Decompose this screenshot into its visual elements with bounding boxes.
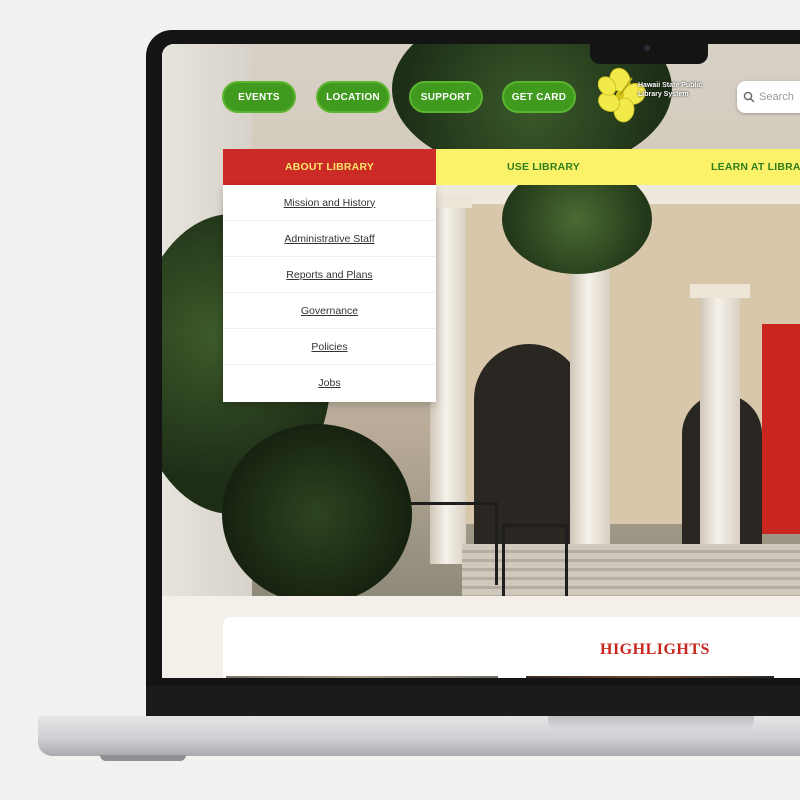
menu-item-mission-and-history[interactable]: Mission and History	[223, 185, 436, 221]
highlights-title: HIGHLIGHTS	[600, 641, 710, 658]
search-icon	[743, 91, 755, 103]
menu-item-policies[interactable]: Policies	[223, 329, 436, 365]
laptop-foot	[100, 755, 186, 761]
logo-text: Hawaii State Public Library System	[638, 82, 703, 98]
camera-icon	[644, 45, 650, 51]
about-library-dropdown: Mission and History Administrative Staff…	[223, 185, 436, 402]
menu-item-governance[interactable]: Governance	[223, 293, 436, 329]
get-card-button[interactable]: GET CARD	[502, 81, 576, 113]
laptop-opening-lip	[548, 716, 754, 730]
highlights-section	[223, 617, 800, 678]
events-button[interactable]: EVENTS	[222, 81, 296, 113]
main-menu: ABOUT LIBRARY USE LIBRARY LEARN AT LIBRA…	[223, 149, 800, 185]
search-input[interactable]	[759, 91, 800, 103]
camera-notch	[590, 38, 708, 64]
laptop-chin	[146, 686, 800, 716]
tab-about-library[interactable]: ABOUT LIBRARY	[223, 149, 436, 185]
menu-item-jobs[interactable]: Jobs	[223, 365, 436, 401]
highlight-thumbnail[interactable]	[526, 676, 774, 678]
search-box[interactable]	[737, 81, 800, 113]
tab-learn-at-library[interactable]: LEARN AT LIBRARY	[651, 149, 800, 185]
highlight-thumbnail[interactable]	[226, 676, 498, 678]
menu-item-reports-and-plans[interactable]: Reports and Plans	[223, 257, 436, 293]
support-button[interactable]: SUPPORT	[409, 81, 483, 113]
menu-item-administrative-staff[interactable]: Administrative Staff	[223, 221, 436, 257]
browser-screen: EVENTS LOCATION SUPPORT GET CARD Hawaii …	[162, 44, 800, 678]
tab-use-library[interactable]: USE LIBRARY	[436, 149, 651, 185]
location-button[interactable]: LOCATION	[316, 81, 390, 113]
